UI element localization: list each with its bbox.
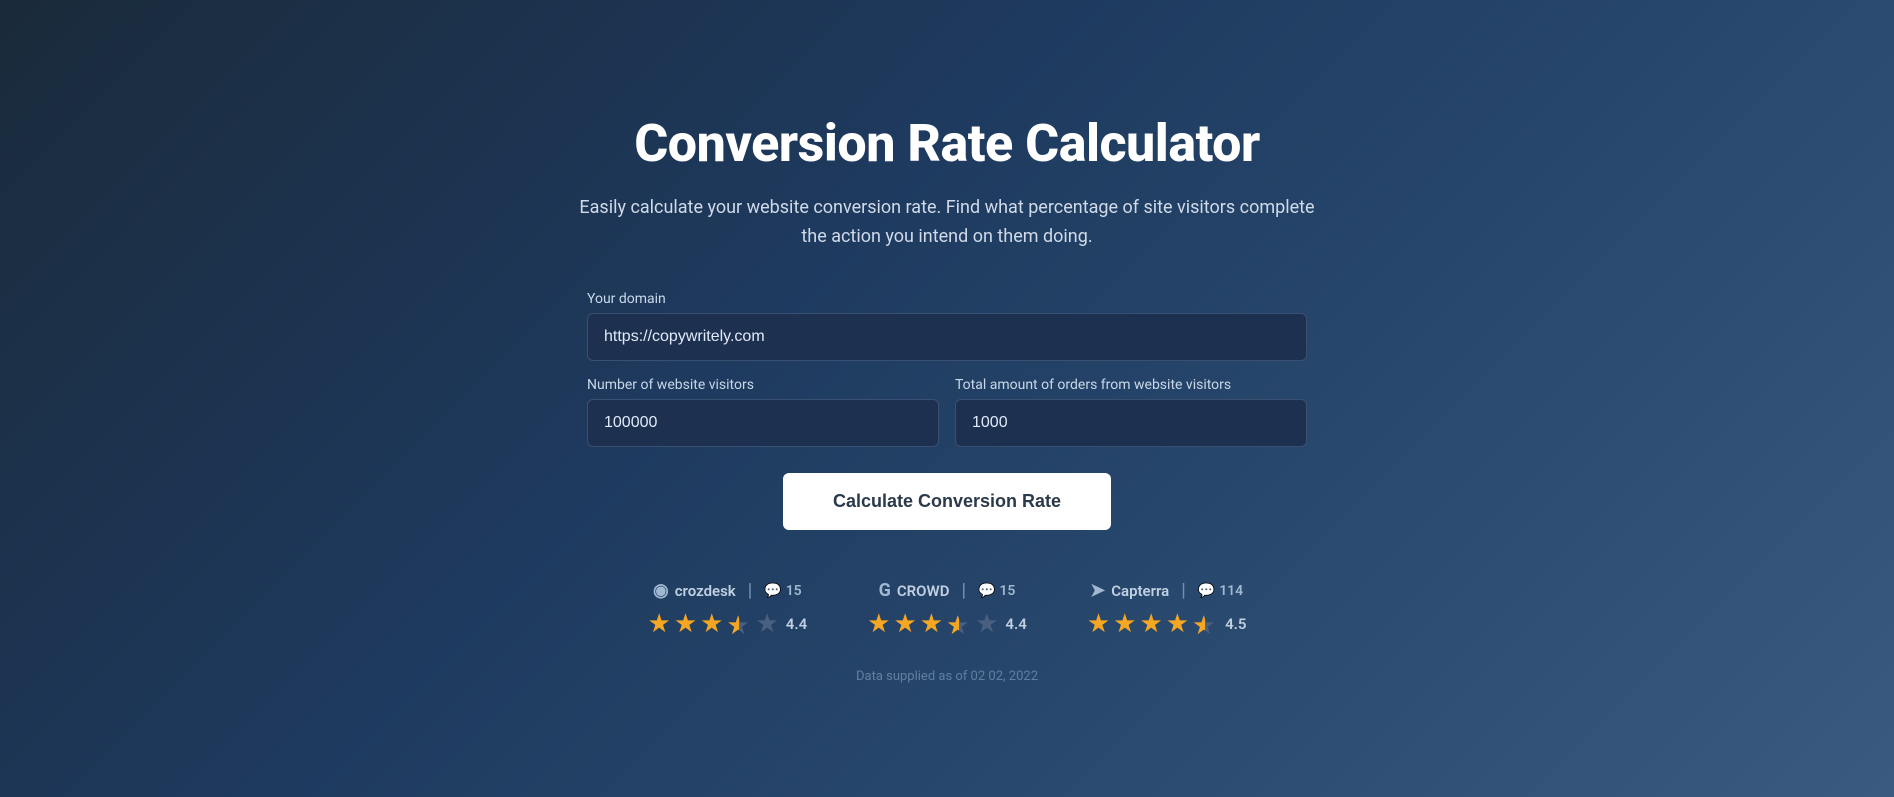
form-section: Your domain Number of website visitors T… xyxy=(587,291,1307,530)
visitors-label: Number of website visitors xyxy=(587,377,939,393)
half-star-icon-3: ★ ★ xyxy=(1192,611,1218,637)
main-container: Conversion Rate Calculator Easily calcul… xyxy=(497,73,1397,725)
capterra-icon: ➤ xyxy=(1090,580,1105,601)
calculate-button[interactable]: Calculate Conversion Rate xyxy=(783,473,1111,530)
capterra-stars: ★ ★ ★ ★ ★ ★ 4.5 xyxy=(1087,609,1247,639)
half-star-icon-2: ★ ★ xyxy=(946,611,972,637)
comment-icon: 💬 xyxy=(764,583,781,599)
page-title: Conversion Rate Calculator xyxy=(634,113,1260,174)
crozdesk-name: crozdesk xyxy=(675,582,736,600)
domain-label: Your domain xyxy=(587,291,1307,307)
half-star-icon: ★ ★ xyxy=(726,611,752,637)
rating-g2crowd: G CROWD | 💬 15 ★ ★ ★ ★ ★ ★ 4.4 xyxy=(867,580,1027,639)
data-supplied-text: Data supplied as of 02 02, 2022 xyxy=(856,669,1038,684)
orders-input[interactable] xyxy=(955,399,1307,447)
crozdesk-logo: ◉ crozdesk xyxy=(653,580,736,601)
orders-field-group: Total amount of orders from website visi… xyxy=(955,377,1307,447)
crozdesk-stars: ★ ★ ★ ★ ★ ★ 4.4 xyxy=(648,609,808,639)
g2crowd-icon: G xyxy=(879,580,891,601)
comment-icon-2: 💬 xyxy=(978,583,995,599)
two-col-row: Number of website visitors Total amount … xyxy=(587,377,1307,447)
domain-field-group: Your domain xyxy=(587,291,1307,361)
rating-capterra: ➤ Capterra | 💬 114 ★ ★ ★ ★ ★ ★ 4.5 xyxy=(1087,580,1247,639)
g2crowd-review-count: 💬 15 xyxy=(978,583,1015,599)
visitors-field-group: Number of website visitors xyxy=(587,377,939,447)
g2crowd-stars: ★ ★ ★ ★ ★ ★ 4.4 xyxy=(867,609,1027,639)
domain-input[interactable] xyxy=(587,313,1307,361)
orders-label: Total amount of orders from website visi… xyxy=(955,377,1307,393)
ratings-section: ◉ crozdesk | 💬 15 ★ ★ ★ ★ ★ ★ 4.4 xyxy=(648,580,1247,639)
g2crowd-logo: G CROWD xyxy=(879,580,950,601)
g2crowd-name: CROWD xyxy=(897,582,950,600)
rating-crozdesk: ◉ crozdesk | 💬 15 ★ ★ ★ ★ ★ ★ 4.4 xyxy=(648,580,808,639)
capterra-review-count: 💬 114 xyxy=(1198,583,1243,599)
crozdesk-review-count: 💬 15 xyxy=(764,583,801,599)
page-subtitle: Easily calculate your website conversion… xyxy=(567,194,1327,252)
capterra-name: Capterra xyxy=(1111,582,1169,600)
capterra-logo: ➤ Capterra xyxy=(1090,580,1169,601)
comment-icon-3: 💬 xyxy=(1198,583,1215,599)
visitors-input[interactable] xyxy=(587,399,939,447)
crozdesk-icon: ◉ xyxy=(653,580,669,601)
